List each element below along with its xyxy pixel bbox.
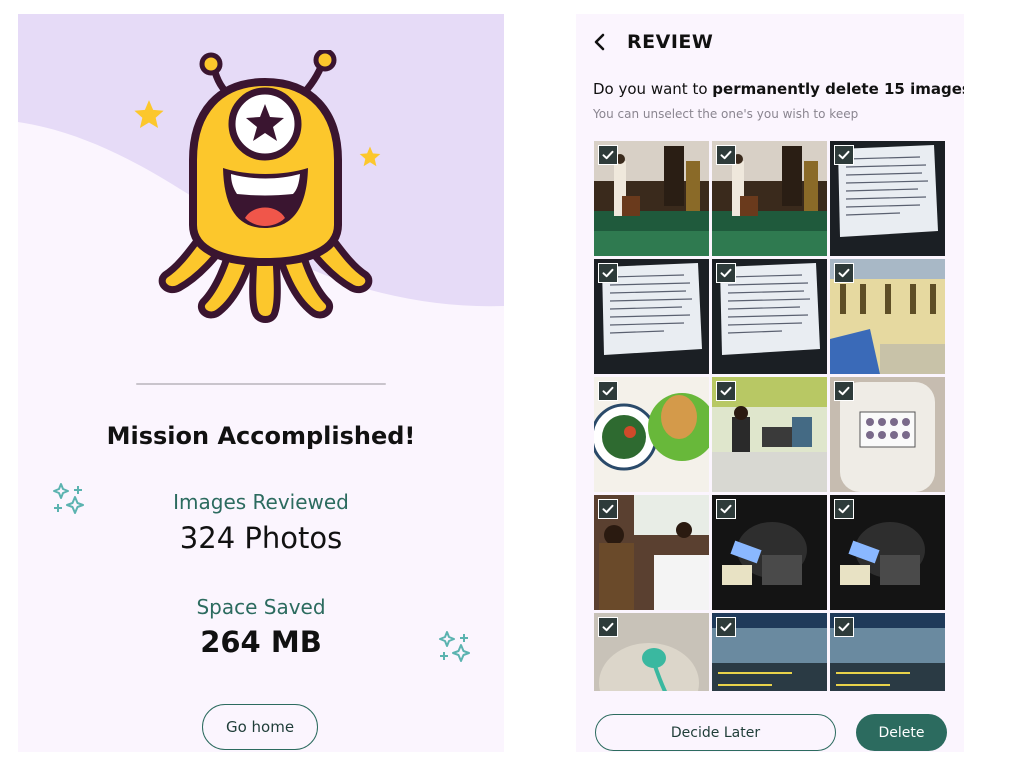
image-tile[interactable] — [594, 141, 709, 256]
checkbox-checked-icon[interactable] — [834, 499, 854, 519]
checkbox-checked-icon[interactable] — [598, 263, 618, 283]
space-saved-value: 264 MB — [200, 625, 322, 659]
image-tile[interactable] — [594, 495, 709, 610]
review-screen: REVIEW Do you want to permanently delete… — [576, 14, 964, 752]
decide-later-button[interactable]: Decide Later — [595, 714, 836, 751]
delete-label: Delete — [878, 724, 925, 741]
go-home-label: Go home — [225, 718, 295, 736]
checkbox-checked-icon[interactable] — [716, 381, 736, 401]
review-subtitle: You can unselect the one's you wish to k… — [593, 107, 859, 121]
checkbox-checked-icon[interactable] — [716, 263, 736, 283]
image-tile[interactable] — [830, 141, 945, 256]
checkbox-checked-icon[interactable] — [598, 145, 618, 165]
delete-question: Do you want to permanently delete 15 ima… — [593, 80, 964, 98]
image-tile[interactable] — [712, 377, 827, 492]
checkbox-checked-icon[interactable] — [834, 263, 854, 283]
back-arrow-icon[interactable] — [590, 30, 610, 54]
decide-later-label: Decide Later — [670, 724, 761, 741]
mascot-icon — [158, 50, 373, 323]
go-home-button[interactable]: Go home — [202, 704, 318, 750]
image-tile[interactable] — [712, 495, 827, 610]
question-emphasis: permanently delete 15 images? — [712, 80, 964, 98]
image-tile[interactable] — [712, 259, 827, 374]
image-tile[interactable] — [594, 377, 709, 492]
checkbox-checked-icon[interactable] — [834, 381, 854, 401]
image-tile[interactable] — [594, 613, 709, 691]
checkbox-checked-icon[interactable] — [598, 381, 618, 401]
space-saved-label: Space Saved — [196, 595, 326, 619]
images-reviewed-value: 324 Photos — [179, 521, 343, 555]
image-tile[interactable] — [712, 613, 827, 691]
image-tile[interactable] — [830, 495, 945, 610]
images-reviewed-label: Images Reviewed — [173, 490, 349, 514]
checkbox-checked-icon[interactable] — [834, 617, 854, 637]
section-divider — [136, 383, 386, 385]
question-prefix: Do you want to — [593, 80, 713, 98]
checkbox-checked-icon[interactable] — [716, 499, 736, 519]
checkbox-checked-icon[interactable] — [834, 145, 854, 165]
completion-screen: Mission Accomplished! Images Reviewed 32… — [18, 14, 504, 752]
delete-button[interactable]: Delete — [856, 714, 947, 751]
image-tile[interactable] — [594, 259, 709, 374]
checkbox-checked-icon[interactable] — [598, 499, 618, 519]
image-grid — [594, 141, 946, 691]
image-tile[interactable] — [830, 377, 945, 492]
image-tile[interactable] — [830, 613, 945, 691]
checkbox-checked-icon[interactable] — [716, 617, 736, 637]
checkbox-checked-icon[interactable] — [598, 617, 618, 637]
page-title: REVIEW — [627, 31, 714, 53]
image-tile[interactable] — [712, 141, 827, 256]
completion-title: Mission Accomplished! — [106, 422, 416, 450]
checkbox-checked-icon[interactable] — [716, 145, 736, 165]
image-tile[interactable] — [830, 259, 945, 374]
